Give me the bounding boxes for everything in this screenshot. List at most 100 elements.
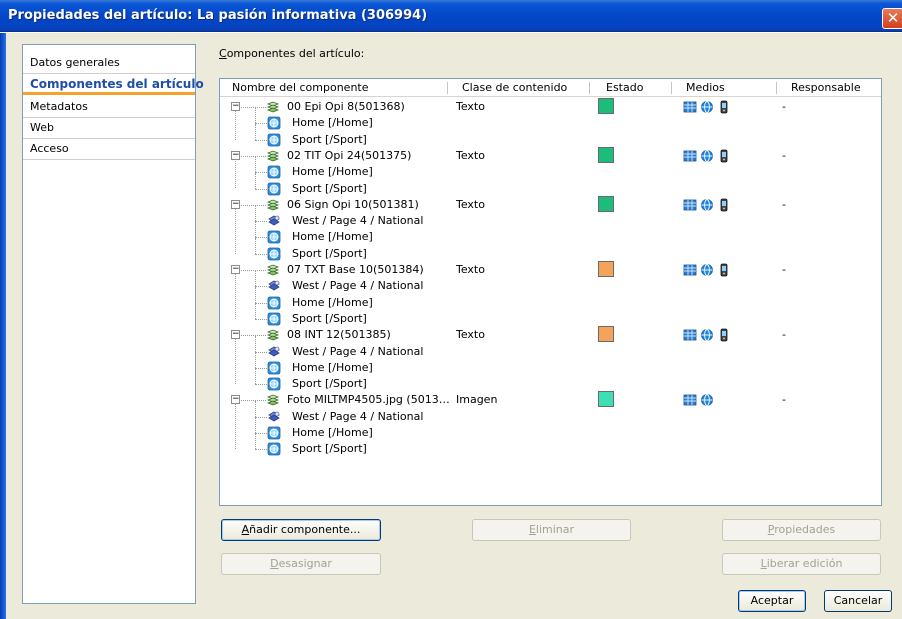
release-edit-button[interactable]: Liberar edición — [722, 553, 881, 575]
component-child-row[interactable]: West / Page 4 / National — [220, 205, 880, 229]
component-name: 08 INT 12(501385) — [287, 328, 391, 342]
grid-icon[interactable] — [683, 393, 697, 406]
components-list[interactable]: Nombre del componente Clase de contenido… — [219, 78, 882, 506]
grid-icon[interactable] — [683, 149, 697, 162]
section-label-text: omponentes del artículo: — [226, 47, 365, 60]
section-label-accesskey: C — [219, 47, 227, 60]
grid-icon[interactable] — [683, 100, 697, 113]
section-label: Componentes del artículo: — [219, 47, 364, 60]
component-row[interactable]: − 07 TXT Base 10(501384) Texto - — [220, 261, 880, 278]
properties-button[interactable]: Propiedades — [722, 519, 881, 541]
component-child-row[interactable]: West / Page 4 / National — [220, 335, 880, 360]
grid-icon[interactable] — [683, 263, 697, 276]
component-child-name: Home [/Home] — [292, 360, 373, 374]
component-row[interactable]: − 08 INT 12(501385) Texto - — [220, 326, 880, 343]
mobile-icon[interactable] — [717, 328, 729, 342]
sidebar-item-datos-generales[interactable]: Datos generales — [23, 53, 195, 74]
globe-icon[interactable] — [700, 100, 713, 113]
tree-connector — [255, 433, 267, 434]
component-row[interactable]: − Foto MILTMP4505.jpg (5013… Imagen - — [220, 391, 880, 408]
component-child-row[interactable]: West / Page 4 / National — [220, 270, 880, 294]
collapse-toggle-icon[interactable]: − — [231, 102, 240, 111]
close-button[interactable]: ✕ — [882, 8, 902, 29]
article-icon — [266, 393, 280, 407]
col-header-medios[interactable]: Medios — [672, 79, 777, 97]
component-child-row[interactable]: Sport [/Sport] — [220, 172, 880, 197]
component-child-row[interactable]: Home [/Home] — [220, 286, 880, 311]
component-child-row[interactable]: Sport [/Sport] — [220, 302, 880, 327]
sidebar-item-web[interactable]: Web — [23, 118, 195, 139]
article-icon — [266, 328, 280, 342]
component-row[interactable]: − 06 Sign Opi 10(501381) Texto - — [220, 195, 880, 213]
page-icon — [267, 214, 281, 228]
component-child-row[interactable]: Sport [/Sport] — [220, 433, 880, 457]
delete-button[interactable]: Eliminar — [472, 519, 631, 541]
component-child-row[interactable]: Home [/Home] — [220, 221, 880, 245]
collapse-toggle-icon[interactable]: − — [231, 199, 240, 209]
tree-connector — [255, 172, 256, 189]
web-icon — [267, 361, 281, 375]
add-component-label: ñadir componente... — [249, 523, 361, 536]
tree-connector — [255, 400, 256, 417]
accept-button[interactable]: Aceptar — [738, 590, 806, 612]
globe-icon[interactable] — [700, 198, 713, 211]
component-row[interactable]: − 00 Epi Opi 8(501368) Texto - — [220, 98, 880, 115]
globe-icon[interactable] — [700, 149, 713, 162]
grid-icon[interactable] — [683, 198, 697, 211]
sidebar-item-metadatos[interactable]: Metadatos — [23, 97, 195, 118]
add-component-button[interactable]: Añadir componente... — [221, 519, 381, 541]
status-indicator — [598, 146, 614, 163]
col-header-estado[interactable]: Estado — [590, 79, 672, 97]
collapse-toggle-icon[interactable]: − — [231, 150, 240, 160]
col-header-estado-label: Estado — [606, 81, 644, 94]
component-child-row[interactable]: Sport [/Sport] — [220, 237, 880, 262]
col-header-responsable[interactable]: Responsable — [777, 79, 881, 97]
collapse-toggle-icon[interactable]: − — [231, 330, 240, 340]
component-child-row[interactable]: Home [/Home] — [220, 156, 880, 180]
col-header-name[interactable]: Nombre del componente — [220, 79, 448, 97]
tree-connector — [255, 302, 267, 304]
content-class: Texto — [456, 328, 485, 342]
component-child-row[interactable]: Sport [/Sport] — [220, 123, 880, 148]
globe-icon[interactable] — [700, 328, 713, 342]
unassign-button[interactable]: Desasignar — [221, 553, 381, 575]
tree-connector — [255, 367, 267, 369]
article-icon — [266, 263, 280, 277]
mobile-icon[interactable] — [717, 198, 729, 212]
mobile-icon[interactable] — [717, 263, 729, 277]
unassign-accesskey: D — [270, 557, 279, 570]
component-child-row[interactable]: Home [/Home] — [220, 107, 880, 131]
component-name: 00 Epi Opi 8(501368) — [287, 100, 405, 113]
web-icon — [267, 296, 281, 310]
component-child-row[interactable]: Sport [/Sport] — [220, 368, 880, 392]
cancel-button[interactable]: Cancelar — [824, 590, 892, 612]
component-child-row[interactable]: West / Page 4 / National — [220, 400, 880, 425]
collapse-toggle-icon[interactable]: − — [231, 265, 240, 274]
content-class: Texto — [456, 263, 485, 276]
title-bar: Propiedades del artículo: La pasión info… — [0, 0, 902, 32]
article-icon — [266, 198, 280, 212]
component-child-row[interactable]: Home [/Home] — [220, 417, 880, 441]
mobile-icon[interactable] — [717, 149, 729, 163]
tree-connector — [255, 318, 267, 320]
component-child-row[interactable]: Home [/Home] — [220, 351, 880, 376]
component-row[interactable]: − 02 TIT Opi 24(501375) Texto - — [220, 146, 880, 164]
component-child-name: West / Page 4 / National — [292, 409, 424, 423]
globe-icon[interactable] — [700, 263, 713, 276]
collapse-toggle-icon[interactable]: − — [231, 395, 240, 405]
mobile-icon[interactable] — [717, 100, 729, 114]
tree-connector — [255, 270, 256, 287]
sidebar-item-componentes[interactable]: Componentes del artículo — [23, 74, 204, 95]
component-child-name: Sport [/Sport] — [292, 246, 367, 260]
web-icon — [267, 377, 281, 391]
sidebar-item-acceso[interactable]: Acceso — [23, 139, 195, 160]
tree-connector — [255, 123, 267, 125]
content-class: Imagen — [456, 393, 498, 407]
col-header-content-class[interactable]: Clase de contenido — [448, 79, 590, 97]
grid-icon[interactable] — [683, 328, 697, 341]
responsable: - — [782, 197, 786, 211]
component-name: 06 Sign Opi 10(501381) — [287, 197, 419, 211]
globe-icon[interactable] — [700, 393, 713, 407]
web-icon — [267, 230, 281, 244]
sidebar: Datos generales Componentes del artículo… — [22, 44, 204, 604]
